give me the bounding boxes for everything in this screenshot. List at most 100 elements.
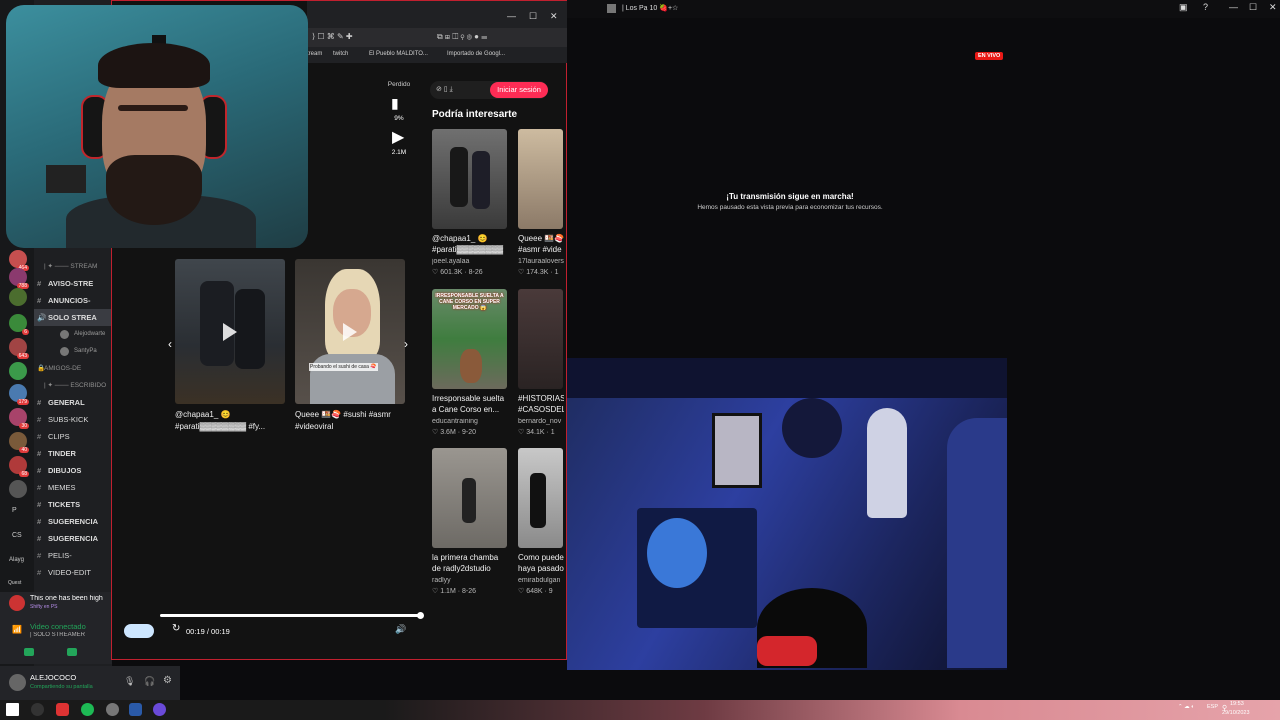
- help-icon[interactable]: ?: [1203, 2, 1208, 12]
- server-icon[interactable]: 68: [9, 456, 29, 477]
- rec-title-2[interactable]: haya pasado: [518, 563, 564, 575]
- toggle-switch[interactable]: [124, 624, 154, 638]
- rec-author[interactable]: 17lauraalovers: [518, 258, 564, 265]
- login-button[interactable]: Iniciar sesión: [490, 82, 548, 98]
- clock-time[interactable]: 19:53: [1230, 701, 1244, 707]
- maximize-icon[interactable]: ☐: [529, 11, 537, 22]
- headphones-icon[interactable]: 🎧: [144, 676, 155, 687]
- progress-knob[interactable]: [417, 612, 424, 619]
- server-icon[interactable]: [9, 480, 27, 498]
- rec-title-2[interactable]: #asmr #vide: [518, 244, 564, 256]
- server-icon[interactable]: 30: [9, 408, 29, 429]
- chevron-left-icon[interactable]: ‹: [168, 337, 172, 351]
- rec-title-2[interactable]: #parati▓▓▓▓▓▓▓▓: [432, 244, 512, 256]
- rec-author[interactable]: radlyy: [432, 577, 512, 584]
- volume-icon[interactable]: 🔊: [395, 624, 406, 635]
- bar-chart-icon[interactable]: ▮: [391, 95, 399, 112]
- app-icon[interactable]: [31, 703, 44, 716]
- server-label-quest[interactable]: Quest: [8, 580, 21, 586]
- username[interactable]: ALEJOCOCO: [30, 673, 76, 682]
- spotify-icon[interactable]: [81, 703, 94, 716]
- gear-icon[interactable]: ⚙: [163, 675, 172, 686]
- progress-bar[interactable]: [160, 614, 422, 617]
- avatar[interactable]: [9, 674, 26, 691]
- rec-thumbnail[interactable]: [518, 129, 563, 229]
- server-icon[interactable]: 464: [9, 250, 29, 271]
- rec-thumbnail[interactable]: [518, 448, 563, 548]
- channel-item[interactable]: # SUBS-KICK: [34, 411, 112, 428]
- rec-thumbnail[interactable]: IRRESPONSABLE SUELTA A CANE CORSO EN SUP…: [432, 289, 507, 389]
- tray-icons[interactable]: ⌃ ☁ ◐: [1178, 704, 1195, 710]
- mic-icon[interactable]: 🎙: [124, 676, 135, 687]
- server-icon[interactable]: 179: [9, 384, 29, 405]
- bookmark-item[interactable]: El Pueblo MALDITO...: [369, 51, 428, 57]
- rec-thumbnail[interactable]: [432, 448, 507, 548]
- server-icon[interactable]: [9, 288, 27, 306]
- channel-item[interactable]: # AVISO-STRE: [34, 275, 112, 292]
- camera-icon[interactable]: [24, 648, 34, 656]
- bookmark-item[interactable]: tream: [307, 51, 322, 57]
- server-icon[interactable]: 643: [9, 338, 29, 359]
- start-icon[interactable]: [6, 703, 19, 716]
- steam-icon[interactable]: [129, 703, 142, 716]
- voice-member[interactable]: SantyPa: [34, 343, 112, 360]
- language-indicator[interactable]: ESP: [1207, 704, 1218, 710]
- toolbar-icons[interactable]: ⧉ ⊞ ◫ ⚲ ⊛ ● ☰: [437, 32, 487, 42]
- rec-author[interactable]: educantraining: [432, 418, 512, 425]
- play-icon[interactable]: ▶: [392, 127, 404, 147]
- voice-channel-name[interactable]: | SOLO STREAMER: [30, 632, 112, 638]
- extensions-icon[interactable]: ⟩ ☐ ⌘ ✎ ✚: [312, 32, 353, 41]
- voice-member[interactable]: Alejodwarte: [34, 326, 112, 343]
- channel-item[interactable]: # MEMES: [34, 479, 112, 496]
- rec-title-2[interactable]: a Cane Corso en...: [432, 404, 512, 416]
- replay-icon[interactable]: ↻: [172, 623, 180, 634]
- channel-item[interactable]: # SUGERENCIA: [34, 513, 112, 530]
- voice-channel-item[interactable]: 🔊 SOLO STREA: [34, 309, 112, 326]
- app-icon[interactable]: [153, 703, 166, 716]
- channel-item[interactable]: # CLIPS: [34, 428, 112, 445]
- clock-date[interactable]: 29/10/2023: [1222, 710, 1250, 716]
- close-icon[interactable]: ✕: [550, 11, 558, 22]
- video-thumbnail[interactable]: [175, 259, 285, 404]
- chrome-icon[interactable]: [106, 703, 119, 716]
- chevron-right-icon[interactable]: ›: [404, 337, 408, 351]
- voice-status[interactable]: Video conectado: [30, 622, 86, 631]
- minimize-icon[interactable]: —: [507, 11, 516, 21]
- video-caption-2[interactable]: #videoviral: [295, 421, 407, 433]
- rec-author[interactable]: emirabdulgan: [518, 577, 564, 584]
- channel-item[interactable]: 🔒 AMIGOS-DE: [34, 360, 112, 377]
- notification-title[interactable]: This one has been high: [30, 595, 112, 602]
- channel-item[interactable]: # PELIS-: [34, 547, 112, 564]
- server-icon[interactable]: 788: [9, 268, 29, 289]
- action-icons[interactable]: ⊘ ▯ ⤓: [436, 85, 453, 94]
- server-label-p[interactable]: P: [12, 507, 17, 514]
- video-caption[interactable]: Queee 🍱🍣 #sushi #asmr: [295, 409, 407, 421]
- server-icon[interactable]: [9, 362, 27, 380]
- rec-author[interactable]: bernardo_nov: [518, 418, 564, 425]
- rec-author[interactable]: joeel.ayalaa: [432, 258, 512, 265]
- close-icon[interactable]: ✕: [1269, 2, 1277, 13]
- channel-item[interactable]: # VIDEO-EDIT: [34, 564, 112, 581]
- server-icon[interactable]: 6: [9, 314, 29, 335]
- video-thumbnail[interactable]: Probando el sushi de casa 🍣: [295, 259, 405, 404]
- browser-icon[interactable]: [56, 703, 69, 716]
- category-escribido[interactable]: | ✦ ─── ESCRIBIDO: [34, 377, 112, 394]
- rec-title-2[interactable]: #CASOSDEL: [518, 404, 564, 416]
- video-caption-2[interactable]: #parati▓▓▓▓▓▓▓▓ #fy...: [175, 421, 287, 433]
- server-label-cs[interactable]: CS: [12, 532, 22, 539]
- maximize-icon[interactable]: ☐: [1249, 2, 1257, 13]
- window-icon[interactable]: ▣: [1179, 2, 1188, 13]
- bookmark-item[interactable]: twitch: [333, 51, 348, 57]
- channel-item[interactable]: # SUGERENCIA: [34, 530, 112, 547]
- channel-item[interactable]: # TINDER: [34, 445, 112, 462]
- channel-item[interactable]: # TICKETS: [34, 496, 112, 513]
- category-stream[interactable]: | ✦ ─── STREAM: [34, 258, 112, 275]
- channel-item[interactable]: # GENERAL: [34, 394, 112, 411]
- server-label-alayg[interactable]: Alayg: [9, 557, 24, 563]
- rec-thumbnail[interactable]: [518, 289, 563, 389]
- channel-item[interactable]: # ANUNCIOS-: [34, 292, 112, 309]
- minimize-icon[interactable]: —: [1229, 2, 1238, 12]
- rec-title-2[interactable]: de radly2dstudio: [432, 563, 512, 575]
- screenshare-icon[interactable]: [67, 648, 77, 656]
- video-caption[interactable]: @chapaa1_ 😊: [175, 409, 287, 421]
